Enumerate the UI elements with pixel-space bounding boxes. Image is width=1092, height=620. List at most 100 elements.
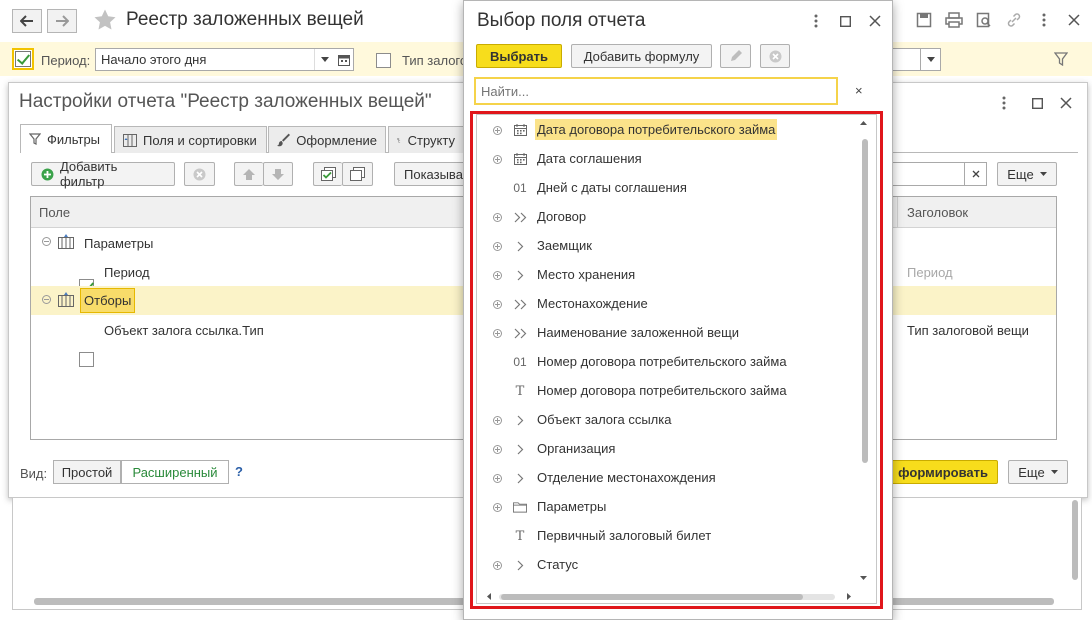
- print-icon[interactable]: [943, 9, 965, 31]
- help-link[interactable]: ?: [235, 464, 243, 479]
- view-extended-label: Расширенный: [132, 464, 218, 480]
- tab-fields-sorting[interactable]: Поля и сортировки: [114, 126, 267, 153]
- favorite-star-icon[interactable]: [93, 8, 117, 32]
- forward-button[interactable]: [47, 9, 77, 33]
- period-field[interactable]: Начало этого дня: [95, 48, 335, 71]
- period-checkbox[interactable]: [15, 51, 31, 67]
- chevron-down-icon: [320, 57, 329, 62]
- view-label: Вид:: [20, 466, 48, 481]
- dialog-maximize-icon[interactable]: [834, 10, 856, 32]
- highlight-frame: [470, 111, 883, 609]
- row-object-header: Тип залоговой вещи: [907, 323, 1029, 338]
- more-bottom-button[interactable]: Еще: [1008, 460, 1068, 484]
- settings-search-field[interactable]: [885, 162, 965, 186]
- close-settings-icon[interactable]: [1055, 92, 1077, 114]
- delete-filter-button[interactable]: [184, 162, 215, 186]
- view-simple-button[interactable]: Простой: [53, 460, 121, 484]
- back-button[interactable]: [12, 9, 42, 33]
- arrow-right-icon: [56, 15, 69, 27]
- tab-fields-label: Поля и сортировки: [143, 132, 257, 148]
- tab-filters-label: Фильтры: [47, 131, 101, 147]
- save-icon[interactable]: [913, 9, 935, 31]
- plus-circle-icon: [41, 168, 54, 180]
- tab-filters[interactable]: Фильтры: [20, 124, 112, 153]
- collapse-icon[interactable]: [42, 295, 51, 304]
- arrow-up-icon: [243, 168, 255, 180]
- select-label: Выбрать: [489, 48, 549, 64]
- row-parameters[interactable]: Параметры: [84, 236, 153, 251]
- period-label: Период:: [41, 53, 91, 68]
- collapse-icon[interactable]: [42, 237, 51, 246]
- chevron-down-icon: [926, 57, 935, 62]
- link-icon[interactable]: [1003, 9, 1025, 31]
- more-label: Еще: [1007, 166, 1034, 182]
- brush-icon: [277, 133, 291, 147]
- uncheck-all-icon: [350, 167, 365, 181]
- type-checkbox[interactable]: [376, 53, 391, 68]
- edit-button[interactable]: [720, 44, 751, 68]
- dialog-title: Выбор поля отчета: [477, 10, 646, 31]
- delete-icon: [193, 168, 206, 180]
- show-label: Показыва: [404, 166, 463, 182]
- select-button[interactable]: Выбрать: [476, 44, 562, 68]
- selections-group-icon: [58, 292, 74, 307]
- add-filter-label: Добавить фильтр: [59, 159, 118, 189]
- add-formula-button[interactable]: Добавить формулу: [571, 44, 712, 68]
- row-period-header: Период: [907, 265, 953, 280]
- more-dots-icon[interactable]: [1033, 9, 1055, 31]
- arrow-left-icon: [20, 15, 33, 27]
- delete-formula-button[interactable]: [760, 44, 790, 68]
- filter-funnel-icon[interactable]: [1054, 52, 1068, 66]
- period-value: Начало этого дня: [101, 52, 207, 67]
- move-up-button[interactable]: [234, 162, 263, 186]
- row-object-checkbox[interactable]: [79, 352, 94, 367]
- period-dropdown-button[interactable]: [314, 49, 334, 70]
- report-vscroll[interactable]: [1072, 500, 1078, 580]
- tab-design[interactable]: Оформление: [268, 126, 386, 153]
- close-main-icon[interactable]: [1063, 9, 1085, 31]
- close-icon: [972, 170, 979, 178]
- form-button[interactable]: формировать: [880, 460, 998, 484]
- calendar-icon: [337, 54, 350, 66]
- preview-icon[interactable]: [973, 9, 995, 31]
- delete-icon: [769, 50, 781, 62]
- add-formula-label: Добавить формулу: [583, 48, 700, 64]
- tab-design-label: Оформление: [296, 132, 377, 148]
- view-extended-button[interactable]: Расширенный: [121, 460, 229, 484]
- row-object[interactable]: Объект залога ссылка.Тип: [104, 323, 264, 338]
- maximize-icon[interactable]: [1026, 92, 1048, 114]
- dialog-close-icon[interactable]: [864, 10, 886, 32]
- main-window-title: Реестр заложенных вещей: [126, 9, 364, 30]
- form-label: формировать: [898, 464, 988, 480]
- tab-structure-label: Структу: [407, 132, 455, 148]
- check-all-icon: [320, 167, 336, 181]
- parameters-group-icon: [58, 234, 74, 249]
- more-button[interactable]: Еще: [997, 162, 1057, 186]
- dialog-search-clear[interactable]: ×: [855, 83, 863, 98]
- check-all-button[interactable]: [313, 162, 342, 186]
- col-divider: [897, 197, 898, 228]
- chevron-down-icon: [1039, 172, 1047, 176]
- type-field-tail[interactable]: [893, 48, 921, 71]
- dialog-more-icon[interactable]: [805, 10, 827, 32]
- show-button[interactable]: Показыва: [394, 162, 470, 186]
- uncheck-all-button[interactable]: [342, 162, 373, 186]
- move-down-button[interactable]: [263, 162, 293, 186]
- tab-structure[interactable]: Структу: [388, 126, 464, 153]
- dialog-search-input[interactable]: [474, 77, 838, 105]
- calendar-button[interactable]: [334, 48, 354, 71]
- type-dropdown-button[interactable]: [921, 48, 941, 71]
- view-simple-label: Простой: [61, 464, 113, 480]
- row-period[interactable]: Период: [104, 265, 150, 280]
- period-checkbox-frame[interactable]: [12, 48, 34, 70]
- funnel-icon: [29, 133, 41, 145]
- add-filter-button[interactable]: Добавить фильтр: [31, 159, 175, 189]
- row-selections[interactable]: Отборы: [80, 288, 136, 313]
- arrow-down-icon: [272, 168, 284, 180]
- structure-icon: [397, 137, 401, 142]
- settings-search-clear[interactable]: [965, 162, 987, 186]
- fields-icon: [123, 133, 137, 147]
- more-bottom-label: Еще: [1018, 464, 1045, 480]
- col-header: Заголовок: [907, 205, 969, 220]
- settings-more-icon[interactable]: [993, 92, 1015, 114]
